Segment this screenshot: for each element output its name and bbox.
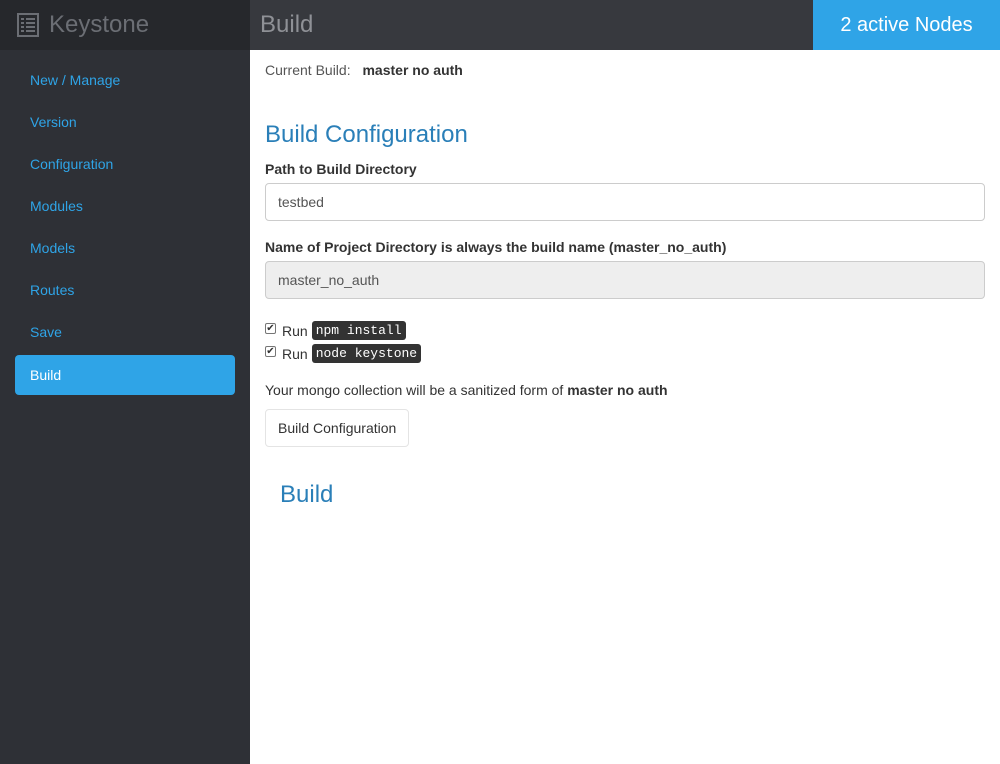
npm-install-option: ✔ Run npm install [265,319,985,342]
sidebar-item-models[interactable]: Models [15,227,235,269]
build-configuration-heading: Build Configuration [265,121,468,148]
node-keystone-code: node keystone [311,344,422,363]
list-icon [17,13,39,37]
current-build-label: Current Build: [265,62,351,78]
sidebar: Keystone New / Manage Version Configurat… [0,0,250,764]
build-heading: Build [280,481,334,508]
current-build-value: master no auth [362,62,463,78]
npm-install-prefix: Run [282,322,308,339]
brand-name: Keystone [49,11,150,38]
node-keystone-checkbox[interactable]: ✔ [265,346,276,357]
sidebar-item-modules[interactable]: Modules [15,185,235,227]
mongo-note-text: Your mongo collection will be a sanitize… [265,382,564,398]
main-content: Current Build: master no auth Build Conf… [265,50,985,509]
page-title: Build [260,11,314,38]
active-nodes-badge[interactable]: 2 active Nodes [813,0,1000,50]
sidebar-nav: New / Manage Version Configuration Modul… [0,59,250,395]
sidebar-item-build[interactable]: Build [15,355,235,395]
sidebar-item-new-manage[interactable]: New / Manage [15,59,235,101]
npm-install-code: npm install [311,321,406,340]
node-keystone-option: ✔ Run node keystone [265,342,985,365]
project-directory-value: master_no_auth [278,272,380,288]
mongo-note-value: master no auth [567,382,668,398]
path-input[interactable]: testbed [265,183,985,221]
sidebar-item-configuration[interactable]: Configuration [15,143,235,185]
run-options: ✔ Run npm install ✔ Run node keystone [265,319,985,365]
top-bar: Build 2 active Nodes [250,0,1000,50]
npm-install-checkbox[interactable]: ✔ [265,323,276,334]
sidebar-item-version[interactable]: Version [15,101,235,143]
node-keystone-prefix: Run [282,345,308,362]
sidebar-item-save[interactable]: Save [15,311,235,353]
path-label: Path to Build Directory [265,161,417,177]
current-build: Current Build: master no auth [265,62,985,82]
project-directory-input: master_no_auth [265,261,985,299]
project-directory-label: Name of Project Directory is always the … [265,239,727,255]
path-input-value: testbed [278,194,324,210]
brand[interactable]: Keystone [0,0,250,50]
build-configuration-button[interactable]: Build Configuration [265,409,410,447]
mongo-note: Your mongo collection will be a sanitize… [265,382,985,398]
sidebar-item-routes[interactable]: Routes [15,269,235,311]
